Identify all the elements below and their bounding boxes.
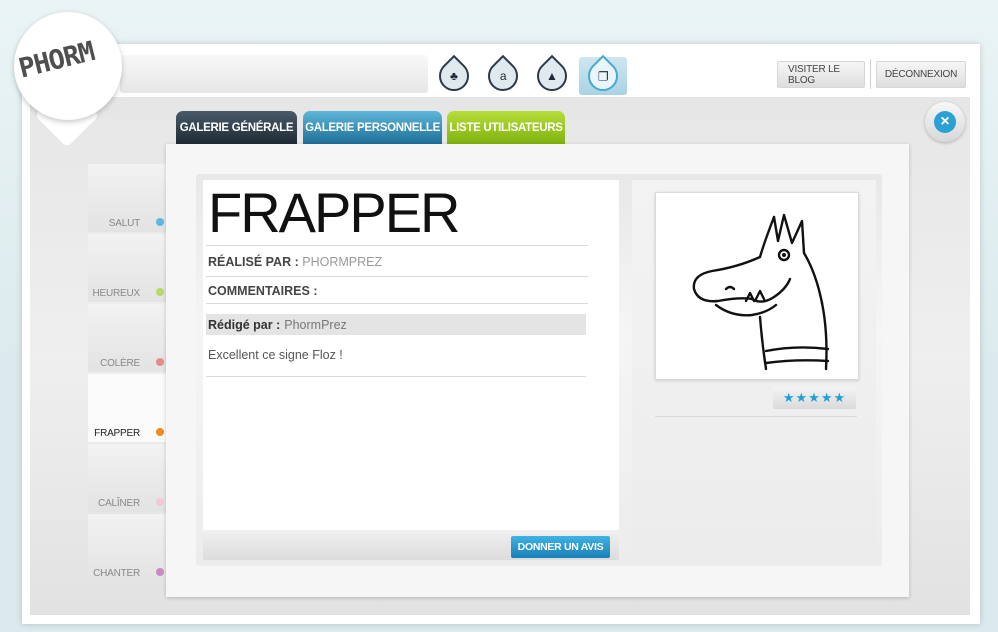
category-dot [156,568,164,576]
alphabet-icon: a [481,54,525,98]
category-dot [156,218,164,226]
author-line: RÉALISÉ PAR : PHORMPREZ [208,255,382,269]
tree-icon: ♣ [432,54,476,98]
give-opinion-button[interactable]: DONNER UN AVIS [511,536,610,558]
sidebar-item-label: CALÎNER [98,498,140,509]
sidebar-item-caliner[interactable]: CALÎNER [88,444,166,512]
category-dot [156,498,164,506]
author-name: PHORMPREZ [302,255,383,269]
sidebar-item-colere[interactable]: COLÈRE [88,304,166,372]
gallery-icon: ❐ [581,54,625,98]
close-icon: × [934,111,956,133]
nav-gallery-button[interactable]: ❐ [579,54,627,98]
sidebar-item-heureux[interactable]: HEUREUX [88,234,166,302]
rating-stars[interactable]: ★★★★★ [773,387,856,409]
category-dot [156,288,164,296]
divider [870,59,871,89]
sign-title: FRAPPER [208,181,460,244]
comment-header: Rédigé par : PhormPrez [206,314,586,335]
visit-blog-button[interactable]: VISITER LE BLOG [777,61,865,88]
sidebar-item-label: HEUREUX [92,288,141,299]
pencil-icon: ▲ [530,54,574,98]
top-bar-field [120,55,428,93]
written-by-label: Rédigé par : [208,317,281,332]
nav-alphabet-button[interactable]: a [481,54,525,98]
comment-text: Excellent ce signe Floz ! [208,348,343,362]
divider [206,376,586,377]
tab-user-list[interactable]: LISTE UTILISATEURS [447,111,565,144]
sidebar-item-frapper[interactable]: FRAPPER [88,374,166,442]
close-button[interactable]: × [925,102,965,142]
logout-button[interactable]: DÉCONNEXION [876,61,966,88]
sidebar-item-label: FRAPPER [94,428,140,439]
sidebar-item-salut[interactable]: SALUT [88,164,166,232]
crocodile-drawing-icon [692,213,830,371]
divider [206,245,588,246]
sign-drawing[interactable] [655,192,859,380]
sidebar-item-label: COLÈRE [100,358,140,369]
category-dot [156,358,164,366]
sidebar-item-label: SALUT [108,218,140,229]
divider [206,276,588,277]
comment-author: PhormPrez [284,317,347,332]
tab-general-gallery[interactable]: GALERIE GÉNÉRALE [176,111,297,144]
tab-personal-gallery[interactable]: GALERIE PERSONNELLE [303,111,442,144]
nav-pencil-button[interactable]: ▲ [530,54,574,98]
divider [655,416,857,417]
sidebar-item-label: CHANTER [93,568,140,579]
comments-heading: COMMENTAIRES : [208,284,318,298]
nav-tree-button[interactable]: ♣ [432,54,476,98]
sidebar-item-chanter[interactable]: CHANTER [88,514,166,582]
divider [206,303,588,304]
category-dot [156,428,164,436]
author-label: RÉALISÉ PAR : [208,255,299,269]
